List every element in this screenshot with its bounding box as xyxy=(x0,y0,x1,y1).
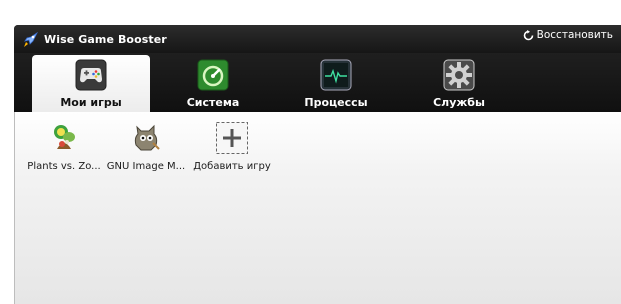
game-label: GNU Image M... xyxy=(106,161,186,172)
restore-label: Восстановить xyxy=(536,29,613,41)
gear-icon xyxy=(443,59,475,91)
speedometer-icon xyxy=(197,59,229,91)
game-item[interactable]: Plants vs. Zo... xyxy=(23,121,105,172)
app-title: Wise Game Booster xyxy=(44,33,167,46)
rocket-icon xyxy=(24,31,39,47)
tab-system[interactable]: Система xyxy=(154,55,272,112)
restore-button[interactable]: Восстановить xyxy=(523,29,613,41)
tab-services[interactable]: Службы xyxy=(400,55,518,112)
tab-processes[interactable]: Процессы xyxy=(277,55,395,112)
gamepad-icon xyxy=(75,59,107,91)
game-label: Plants vs. Zo... xyxy=(27,161,101,172)
main-tabs: Мои игры Система Процессы Службы xyxy=(14,53,621,112)
plants-vs-zombies-icon xyxy=(54,125,75,149)
app-window: Wise Game Booster Восстановить Мои игры xyxy=(14,25,621,304)
tab-label: Процессы xyxy=(304,96,368,109)
add-game-icon xyxy=(216,122,248,154)
refresh-icon xyxy=(523,29,533,40)
tab-label: Система xyxy=(186,96,240,109)
gimp-icon xyxy=(134,124,160,151)
games-panel: Plants vs. Zo... GNU Image M... Добавить… xyxy=(14,112,621,304)
title-bar: Wise Game Booster Восстановить xyxy=(14,25,621,53)
tab-my-games[interactable]: Мои игры xyxy=(32,55,150,112)
game-item[interactable]: GNU Image M... xyxy=(105,121,187,172)
add-game-label: Добавить игру xyxy=(193,161,271,172)
tab-label: Службы xyxy=(433,96,485,109)
add-game-button[interactable]: Добавить игру xyxy=(191,121,273,172)
tab-label: Мои игры xyxy=(60,96,122,109)
pulse-monitor-icon xyxy=(320,59,352,91)
